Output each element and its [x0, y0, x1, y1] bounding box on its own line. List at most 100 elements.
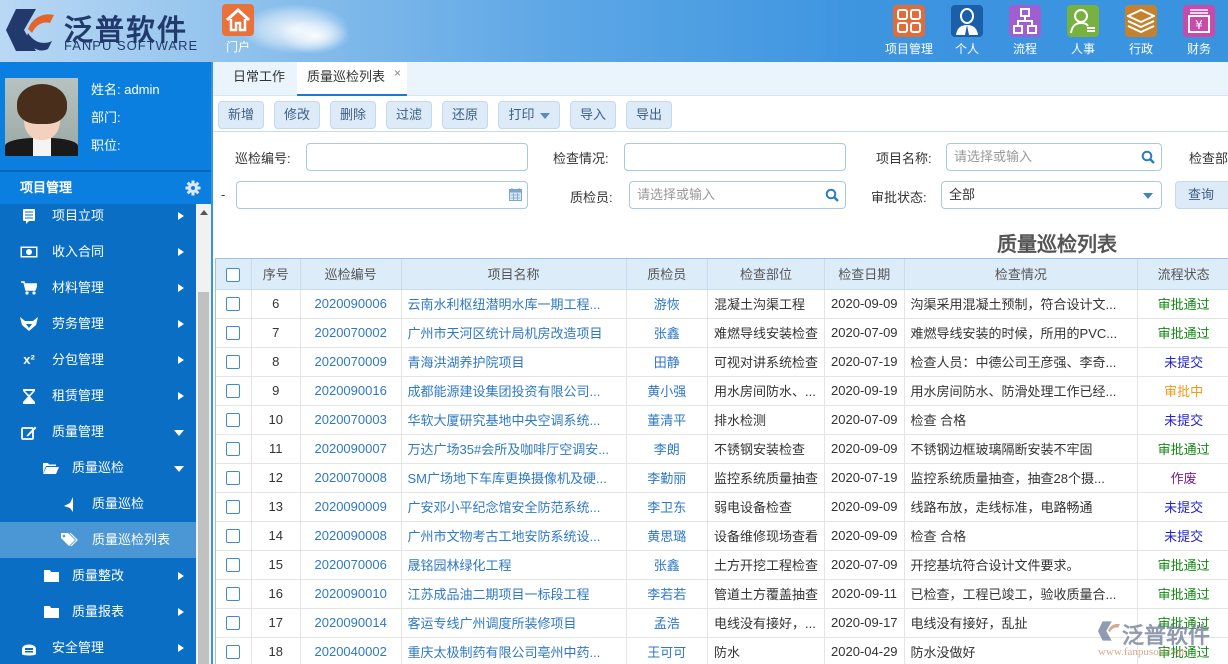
import-button[interactable]: 导入: [570, 101, 616, 129]
sidebar-item-subcontract[interactable]: x² 分包管理: [0, 342, 196, 378]
inspection-code-link[interactable]: 2020070009: [300, 347, 402, 377]
column-header-flow[interactable]: 流程状态: [1137, 259, 1228, 290]
sidebar-item-quality-inspection-list[interactable]: 质量巡检列表: [0, 522, 196, 558]
column-header-code[interactable]: 巡检编号: [300, 259, 402, 290]
inspector-link[interactable]: 游恢: [626, 289, 709, 319]
edit-button[interactable]: 修改: [274, 101, 320, 129]
inspector-link[interactable]: 王可可: [626, 637, 709, 664]
row-checkbox[interactable]: [226, 529, 241, 544]
sidebar-item-quality-rectification[interactable]: 质量整改: [0, 558, 196, 594]
row-checkbox[interactable]: [226, 297, 241, 312]
project-name-link[interactable]: 重庆太极制药有限公司亳州中药...: [401, 637, 627, 664]
inspection-code-link[interactable]: 2020070002: [300, 318, 402, 348]
search-icon[interactable]: [825, 188, 839, 202]
sidebar-scrollbar[interactable]: [196, 204, 211, 664]
module-hr[interactable]: 人事: [1054, 5, 1112, 57]
project-name-link[interactable]: 广安邓小平纪念馆安全防范系统...: [401, 492, 627, 522]
project-name-link[interactable]: 万达广场35#会所及咖啡厅空调安...: [401, 434, 627, 464]
date-input[interactable]: [236, 181, 528, 209]
row-select-cell[interactable]: [216, 608, 252, 638]
calendar-icon[interactable]: [509, 188, 522, 201]
row-checkbox[interactable]: [226, 413, 241, 428]
module-personal[interactable]: 个人: [938, 5, 996, 57]
sidebar-item-safety[interactable]: 安全管理: [0, 630, 196, 658]
inspector-link[interactable]: 李朗: [626, 434, 709, 464]
project-name-input[interactable]: 请选择或输入: [946, 143, 1162, 171]
filter-button[interactable]: 过滤: [386, 101, 432, 129]
row-select-cell[interactable]: [216, 434, 252, 464]
row-checkbox[interactable]: [226, 616, 241, 631]
row-checkbox[interactable]: [226, 558, 241, 573]
table-row[interactable]: 17 2020090014 客运专线广州调度所装修项目 孟浩 电线没有接好，... 202…: [216, 608, 1228, 638]
project-name-link[interactable]: 江苏成品油二期项目一标段工程: [401, 579, 627, 609]
scroll-up-arrow-icon[interactable]: [200, 210, 208, 215]
gear-icon[interactable]: [185, 180, 201, 196]
row-select-cell[interactable]: [216, 550, 252, 580]
table-row[interactable]: 15 2020070006 晟铭园林绿化工程 张鑫 土方开挖工程检查 2020-07-09…: [216, 550, 1228, 580]
inspector-link[interactable]: 李勤丽: [626, 463, 709, 493]
check-status-input[interactable]: [624, 143, 846, 171]
table-row[interactable]: 12 2020070008 SM广场地下车库更换摄像机及硬... 李勤丽 监控系统质量抽…: [216, 463, 1228, 493]
inspector-link[interactable]: 张鑫: [626, 318, 709, 348]
project-name-link[interactable]: 华软大厦研究基地中央空调系统...: [401, 405, 627, 435]
column-header-inspector[interactable]: 质检员: [626, 259, 709, 290]
sidebar-item-quality-inspection[interactable]: 质量巡检: [0, 486, 196, 522]
row-select-cell[interactable]: [216, 405, 252, 435]
table-row[interactable]: 13 2020090009 广安邓小平纪念馆安全防范系统... 李卫东 弱电设备检查 20…: [216, 492, 1228, 522]
search-icon[interactable]: [1141, 150, 1155, 164]
table-row[interactable]: 10 2020070003 华软大厦研究基地中央空调系统... 董清平 排水检测 2020…: [216, 405, 1228, 435]
project-name-link[interactable]: 云南水利枢纽潜明水库一期工程...: [401, 289, 627, 319]
print-button[interactable]: 打印: [498, 101, 560, 129]
project-name-link[interactable]: 客运专线广州调度所装修项目: [401, 608, 627, 638]
inspector-link[interactable]: 田静: [626, 347, 709, 377]
inspector-link[interactable]: 董清平: [626, 405, 709, 435]
portal-button[interactable]: 门户: [222, 4, 254, 55]
row-checkbox[interactable]: [226, 326, 241, 341]
row-checkbox[interactable]: [226, 500, 241, 515]
column-header-status-text[interactable]: 检查情况: [904, 259, 1139, 290]
tab-daily-work[interactable]: 日常工作: [223, 62, 295, 96]
inspector-link[interactable]: 孟浩: [626, 608, 709, 638]
tab-quality-inspection-list[interactable]: 质量巡检列表 ×: [297, 62, 407, 96]
inspection-code-link[interactable]: 2020090010: [300, 579, 402, 609]
row-select-cell[interactable]: [216, 289, 252, 319]
sidebar-item-leasing[interactable]: 租赁管理: [0, 378, 196, 414]
close-icon[interactable]: ×: [394, 58, 401, 88]
inspection-code-link[interactable]: 2020040002: [300, 637, 402, 664]
row-checkbox[interactable]: [226, 471, 241, 486]
row-checkbox[interactable]: [226, 384, 241, 399]
scrollbar-thumb[interactable]: [198, 292, 209, 664]
approval-status-select[interactable]: 全部: [941, 181, 1162, 209]
module-finance[interactable]: ¥ 财务: [1170, 5, 1228, 57]
project-name-link[interactable]: 晟铭园林绿化工程: [401, 550, 627, 580]
row-select-cell[interactable]: [216, 579, 252, 609]
row-checkbox[interactable]: [226, 355, 241, 370]
table-row[interactable]: 8 2020070009 青海洪湖养护院项目 田静 可视对讲系统检查 2020-07-19…: [216, 347, 1228, 377]
column-header-no[interactable]: 序号: [251, 259, 301, 290]
inspection-code-link[interactable]: 2020090006: [300, 289, 402, 319]
module-project-management[interactable]: 项目管理: [880, 5, 938, 57]
module-workflow[interactable]: 流程: [996, 5, 1054, 57]
sidebar-item-labor[interactable]: 劳务管理: [0, 306, 196, 342]
sidebar-item-quality-report[interactable]: 质量报表: [0, 594, 196, 630]
inspector-input[interactable]: 请选择或输入: [629, 181, 846, 209]
project-name-link[interactable]: 青海洪湖养护院项目: [401, 347, 627, 377]
inspector-link[interactable]: 黄小强: [626, 376, 709, 406]
add-button[interactable]: 新增: [218, 101, 264, 129]
inspection-code-link[interactable]: 2020070003: [300, 405, 402, 435]
project-name-link[interactable]: 成都能源建设集团投资有限公司...: [401, 376, 627, 406]
inspection-code-link[interactable]: 2020090009: [300, 492, 402, 522]
sidebar-item-income-contract[interactable]: 收入合同: [0, 234, 196, 270]
row-select-cell[interactable]: [216, 318, 252, 348]
export-button[interactable]: 导出: [626, 101, 672, 129]
table-row[interactable]: 9 2020090016 成都能源建设集团投资有限公司... 黄小强 用水房间防水、..…: [216, 376, 1228, 406]
table-row[interactable]: 6 2020090006 云南水利枢纽潜明水库一期工程... 游恢 混凝土沟渠工程 202…: [216, 289, 1228, 319]
inspection-code-link[interactable]: 2020070006: [300, 550, 402, 580]
inspection-code-link[interactable]: 2020090007: [300, 434, 402, 464]
row-select-cell[interactable]: [216, 521, 252, 551]
project-name-link[interactable]: 广州市天河区统计局机房改造项目: [401, 318, 627, 348]
row-checkbox[interactable]: [226, 645, 241, 660]
inspector-link[interactable]: 张鑫: [626, 550, 709, 580]
inspector-link[interactable]: 李若若: [626, 579, 709, 609]
sidebar-item-project-setup[interactable]: 项目立项: [0, 198, 196, 234]
